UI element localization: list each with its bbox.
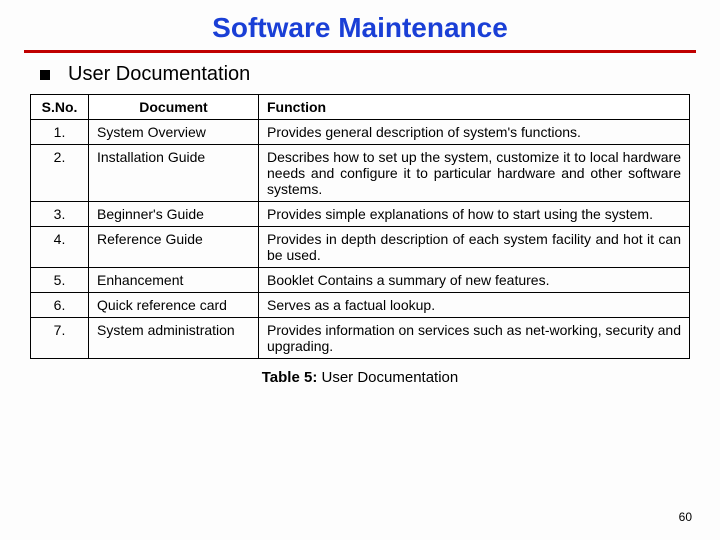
subtitle: User Documentation [68,63,250,86]
cell-sno: 7. [31,318,89,359]
cell-function: Booklet Contains a summary of new featur… [259,268,690,293]
cell-function: Provides simple explanations of how to s… [259,202,690,227]
cell-sno: 5. [31,268,89,293]
cell-sno: 3. [31,202,89,227]
cell-document: Reference Guide [89,227,259,268]
table-row: 3. Beginner's Guide Provides simple expl… [31,202,690,227]
bullet-icon [40,70,50,80]
cell-sno: 2. [31,145,89,202]
header-sno: S.No. [31,95,89,120]
table-row: 6. Quick reference card Serves as a fact… [31,293,690,318]
cell-document: Installation Guide [89,145,259,202]
cell-document: System Overview [89,120,259,145]
caption-bold: Table 5: [262,369,318,386]
cell-sno: 6. [31,293,89,318]
title-divider [24,50,696,53]
cell-function: Provides general description of system's… [259,120,690,145]
caption-text: User Documentation [317,369,458,386]
documentation-table: S.No. Document Function 1. System Overvi… [30,94,690,359]
table-row: 7. System administration Provides inform… [31,318,690,359]
cell-document: Quick reference card [89,293,259,318]
table-row: 1. System Overview Provides general desc… [31,120,690,145]
cell-function: Provides in depth description of each sy… [259,227,690,268]
table-caption: Table 5: User Documentation [0,359,720,386]
header-document: Document [89,95,259,120]
table-row: 4. Reference Guide Provides in depth des… [31,227,690,268]
cell-document: Enhancement [89,268,259,293]
header-function: Function [259,95,690,120]
table-header-row: S.No. Document Function [31,95,690,120]
cell-sno: 4. [31,227,89,268]
page-title: Software Maintenance [0,0,720,50]
subtitle-row: User Documentation [0,61,720,94]
cell-sno: 1. [31,120,89,145]
cell-document: Beginner's Guide [89,202,259,227]
table-row: 5. Enhancement Booklet Contains a summar… [31,268,690,293]
table-row: 2. Installation Guide Describes how to s… [31,145,690,202]
cell-function: Serves as a factual lookup. [259,293,690,318]
cell-function: Provides information on services such as… [259,318,690,359]
cell-document: System administration [89,318,259,359]
cell-function: Describes how to set up the system, cust… [259,145,690,202]
page-number: 60 [679,510,692,524]
